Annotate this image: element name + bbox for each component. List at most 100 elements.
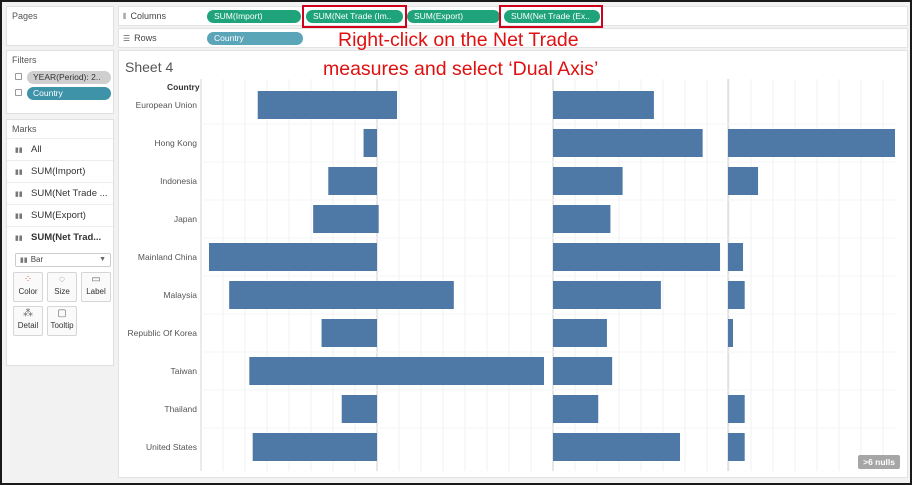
size-icon: ◌ bbox=[59, 274, 65, 285]
nulls-text: 6 nulls bbox=[868, 457, 895, 467]
pages-title: Pages bbox=[12, 11, 38, 21]
pages-card[interactable]: Pages bbox=[6, 6, 114, 46]
category-label: Republic Of Korea bbox=[128, 328, 198, 338]
rows-label: ☰ Rows bbox=[123, 29, 157, 47]
bar-chart: European Union Hong Kong Indonesia Japan Mai… bbox=[128, 79, 897, 471]
bar bbox=[728, 433, 745, 461]
columns-label: ⦀ Columns bbox=[123, 7, 166, 25]
category-label: European Union bbox=[136, 100, 198, 110]
bar bbox=[728, 319, 734, 347]
filter-checkbox-icon bbox=[15, 73, 22, 80]
bar-mark-icon: ▮▮ bbox=[15, 235, 23, 242]
highlight-box-net-trade-import bbox=[302, 5, 407, 28]
bar bbox=[553, 243, 721, 271]
marks-row-import[interactable]: ▮▮ SUM(Import) bbox=[7, 160, 113, 182]
bar bbox=[313, 205, 377, 233]
marks-row-label: SUM(Export) bbox=[31, 210, 86, 221]
nulls-badge[interactable]: >6 nulls bbox=[858, 455, 900, 469]
bar bbox=[553, 129, 703, 157]
bar bbox=[728, 129, 895, 157]
color-button[interactable]: ⁘ Color bbox=[13, 272, 43, 302]
tooltip-button[interactable]: ▢ Tooltip bbox=[47, 306, 77, 336]
bar bbox=[553, 281, 661, 309]
detail-button[interactable]: ⁂ Detail bbox=[13, 306, 43, 336]
bar bbox=[377, 91, 398, 119]
filters-title: Filters bbox=[12, 55, 37, 65]
category-label: Malaysia bbox=[163, 290, 197, 300]
bar bbox=[377, 357, 544, 385]
size-label: Size bbox=[54, 287, 70, 296]
marks-row-all[interactable]: ▮▮ All bbox=[7, 138, 113, 160]
bar bbox=[377, 205, 379, 233]
bar-mark-icon: ▮▮ bbox=[15, 191, 23, 198]
marks-row-net-trade-import[interactable]: ▮▮ SUM(Net Trade ... bbox=[7, 182, 113, 204]
bar bbox=[321, 319, 377, 347]
columns-label-text: Columns bbox=[130, 11, 167, 21]
mark-type-value: Bar bbox=[30, 255, 44, 264]
chevron-down-icon: ▼ bbox=[99, 256, 106, 263]
instruction-line-2: measures and select ‘Dual Axis’ bbox=[323, 58, 599, 80]
column-pill-import[interactable]: SUM(Import) bbox=[207, 10, 301, 23]
category-label: Japan bbox=[174, 214, 197, 224]
column-pill-export[interactable]: SUM(Export) bbox=[407, 10, 500, 23]
bar bbox=[728, 395, 745, 423]
bar-mark-icon: ▮▮ bbox=[15, 213, 23, 220]
bar bbox=[252, 433, 377, 461]
columns-icon: ⦀ bbox=[123, 12, 127, 21]
bar bbox=[553, 433, 681, 461]
bar bbox=[553, 395, 599, 423]
label-button[interactable]: ▭ Label bbox=[81, 272, 111, 302]
bar bbox=[553, 91, 654, 119]
bar-mark-icon: ▮▮ bbox=[15, 169, 23, 176]
category-label: Taiwan bbox=[171, 366, 198, 376]
category-label: Thailand bbox=[164, 404, 197, 414]
marks-title: Marks bbox=[12, 124, 37, 134]
bar bbox=[209, 243, 377, 271]
color-icon: ⁘ bbox=[23, 274, 33, 285]
filters-card: Filters YEAR(Period): 2.. Country bbox=[6, 50, 114, 114]
category-label: Mainland China bbox=[138, 252, 197, 262]
highlight-box-net-trade-export bbox=[499, 5, 603, 28]
sheet-view[interactable]: Sheet 4 Country European Union Hong Kong I… bbox=[118, 50, 908, 478]
category-label: United States bbox=[146, 442, 197, 452]
left-panel: Pages Filters YEAR(Period): 2.. Country … bbox=[6, 6, 114, 478]
filter-country-pill[interactable]: Country bbox=[27, 87, 111, 100]
tooltip-label: Tooltip bbox=[50, 321, 74, 330]
detail-label: Detail bbox=[17, 321, 39, 330]
size-button[interactable]: ◌ Size bbox=[47, 272, 77, 302]
marks-row-label: SUM(Net Trade ... bbox=[31, 188, 108, 199]
bar bbox=[229, 281, 377, 309]
marks-card: Marks ▮▮ All ▮▮ SUM(Import) ▮▮ SUM(Net Trad… bbox=[6, 119, 114, 366]
mark-type-dropdown[interactable]: ▮▮ Bar ▼ bbox=[15, 253, 111, 267]
marks-row-net-trade-export[interactable]: ▮▮ SUM(Net Trad... bbox=[7, 226, 113, 248]
tooltip-icon: ▢ bbox=[57, 308, 67, 319]
bar bbox=[553, 205, 611, 233]
tableau-window: Pages Filters YEAR(Period): 2.. Country … bbox=[0, 0, 912, 485]
bar bbox=[328, 167, 377, 195]
bar bbox=[363, 129, 377, 157]
bar bbox=[553, 319, 607, 347]
filter-year-pill[interactable]: YEAR(Period): 2.. bbox=[27, 71, 111, 84]
rows-icon: ☰ bbox=[123, 34, 131, 43]
bar bbox=[728, 281, 745, 309]
marks-row-label: All bbox=[31, 144, 42, 155]
instruction-line-1: Right-click on the Net Trade bbox=[338, 29, 579, 51]
detail-icon: ⁂ bbox=[23, 308, 33, 319]
bar-mark-icon: ▮▮ bbox=[15, 147, 23, 154]
filter-checkbox-icon bbox=[15, 89, 22, 96]
marks-row-label: SUM(Import) bbox=[31, 166, 86, 177]
row-pill-country[interactable]: Country bbox=[207, 32, 303, 45]
bar-mark-icon: ▮▮ bbox=[20, 257, 28, 264]
category-label: Hong Kong bbox=[154, 138, 197, 148]
bar bbox=[553, 357, 613, 385]
color-label: Color bbox=[18, 287, 38, 296]
bar bbox=[553, 167, 623, 195]
bar bbox=[377, 281, 454, 309]
bar bbox=[249, 357, 377, 385]
category-label: Indonesia bbox=[160, 176, 197, 186]
bar bbox=[728, 243, 744, 271]
marks-row-label: SUM(Net Trad... bbox=[31, 232, 102, 243]
rows-label-text: Rows bbox=[134, 33, 157, 43]
marks-row-export[interactable]: ▮▮ SUM(Export) bbox=[7, 204, 113, 226]
bar bbox=[728, 167, 759, 195]
